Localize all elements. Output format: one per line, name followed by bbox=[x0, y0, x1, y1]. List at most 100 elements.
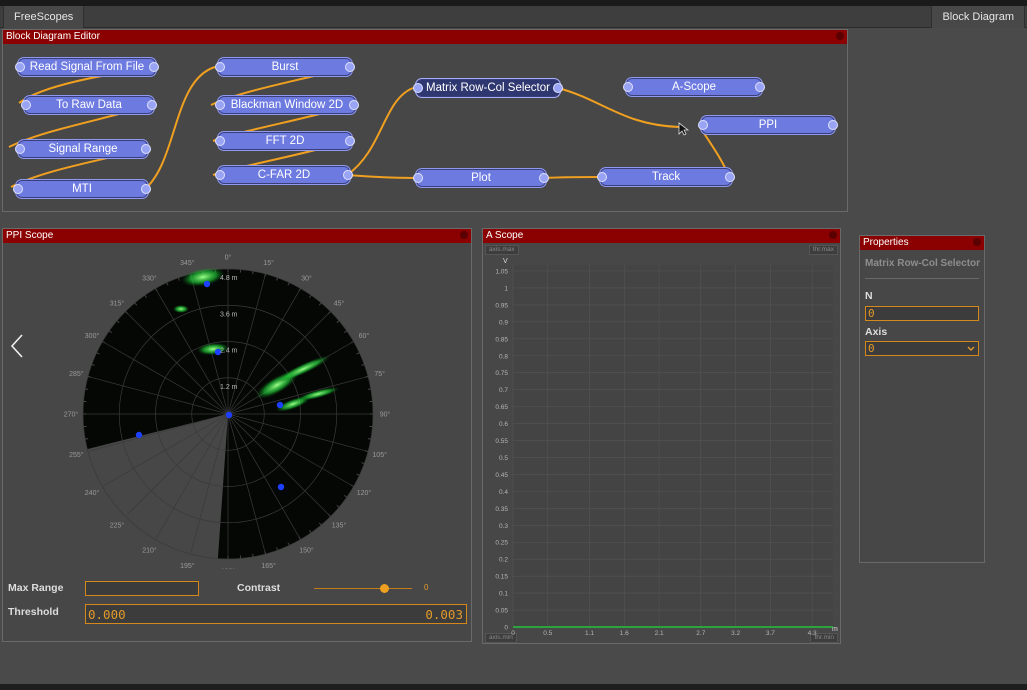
node-label: MTI bbox=[72, 183, 92, 195]
bearing-tick bbox=[252, 553, 254, 557]
input-port[interactable] bbox=[215, 170, 225, 180]
ppi-radar-display[interactable]: 4.8 m 3.6 m 2.4 m 1.2 m 0° 15° 30° 45° 60° 75° 90°… bbox=[63, 249, 393, 570]
bearing-tick bbox=[367, 438, 371, 440]
bearing-label: 345° bbox=[180, 259, 195, 267]
output-port[interactable] bbox=[539, 173, 549, 183]
node-burst[interactable]: Burst bbox=[215, 57, 355, 77]
contrast-slider[interactable] bbox=[314, 584, 412, 593]
properties-panel: Properties Matrix Row-Col Selector N 0 A… bbox=[859, 235, 985, 563]
contrast-slider-handle[interactable] bbox=[380, 584, 390, 593]
x-tick-label: 1.6 bbox=[620, 630, 629, 635]
max-range-label: Max Range bbox=[8, 582, 64, 594]
input-port[interactable] bbox=[215, 100, 225, 110]
output-port[interactable] bbox=[553, 83, 563, 93]
x-tick-label: 1.1 bbox=[585, 630, 594, 635]
range-label: 1.2 m bbox=[220, 384, 238, 391]
a-scope-plot[interactable]: 1.05 1 0.95 0.9 0.85 0.8 0.75 0.7 0.65 0.6 0.55 0.5… bbox=[483, 255, 842, 635]
bearing-tick bbox=[367, 388, 371, 390]
y-tick-label: 0.45 bbox=[495, 472, 508, 479]
input-port[interactable] bbox=[698, 120, 708, 130]
y-tick-label: 0 bbox=[504, 625, 508, 632]
node-label: Matrix Row-Col Selector bbox=[426, 82, 550, 94]
node-plot[interactable]: Plot bbox=[413, 168, 549, 188]
input-port[interactable] bbox=[597, 172, 607, 182]
node-matrix-row-col-selector[interactable]: Matrix Row-Col Selector bbox=[413, 78, 563, 98]
node-blackman-window-2d[interactable]: Blackman Window 2D bbox=[215, 95, 359, 115]
node-label: Signal Range bbox=[48, 143, 118, 155]
n-input[interactable]: 0 bbox=[865, 306, 979, 321]
bearing-label: 225° bbox=[110, 522, 125, 530]
wire bbox=[543, 176, 602, 179]
node-to-raw-data[interactable]: To Raw Data bbox=[21, 95, 157, 115]
freescopes-tab[interactable]: FreeScopes bbox=[3, 6, 85, 28]
output-port[interactable] bbox=[345, 136, 355, 146]
close-icon[interactable] bbox=[973, 238, 981, 246]
input-port[interactable] bbox=[413, 83, 423, 93]
y-tick-label: 0.3 bbox=[499, 523, 508, 530]
bearing-label: 0° bbox=[225, 254, 232, 262]
x-tick-label: 3.7 bbox=[766, 630, 775, 635]
previous-arrow-icon[interactable] bbox=[9, 333, 25, 359]
input-port[interactable] bbox=[15, 144, 25, 154]
top-bar: FreeScopes Block Diagram bbox=[0, 6, 1027, 28]
output-port[interactable] bbox=[345, 62, 355, 72]
node-signal-range[interactable]: Signal Range bbox=[15, 139, 151, 159]
input-port[interactable] bbox=[215, 136, 225, 146]
x-tick-label: 2.7 bbox=[696, 630, 705, 635]
y-tick-label: 0.75 bbox=[495, 370, 508, 377]
divider bbox=[865, 278, 979, 279]
bearing-label: 210° bbox=[142, 546, 157, 554]
close-icon[interactable] bbox=[829, 231, 837, 239]
axis-max-tag[interactable]: axis.max bbox=[485, 245, 519, 255]
y-tick-label: 0.95 bbox=[495, 302, 508, 309]
x-tick-label: 3.2 bbox=[731, 630, 740, 635]
block-diagram-tab[interactable]: Block Diagram bbox=[931, 6, 1025, 28]
bearing-label: 240° bbox=[85, 489, 100, 497]
node-label: Blackman Window 2D bbox=[230, 99, 344, 111]
y-tick-label: 0.15 bbox=[495, 574, 508, 581]
input-port[interactable] bbox=[215, 62, 225, 72]
thr-max-tag[interactable]: thr.max bbox=[808, 245, 838, 255]
wire bbox=[346, 174, 416, 179]
input-port[interactable] bbox=[13, 184, 23, 194]
threshold-input[interactable]: 0.000 0.003 bbox=[85, 604, 467, 624]
node-label: C-FAR 2D bbox=[257, 169, 311, 181]
bearing-label: 120° bbox=[357, 489, 372, 497]
y-tick-label: 0.7 bbox=[499, 387, 508, 394]
panel-title: PPI Scope bbox=[3, 229, 471, 243]
node-label: FFT 2D bbox=[265, 135, 305, 147]
output-port[interactable] bbox=[725, 172, 735, 182]
output-port[interactable] bbox=[343, 170, 353, 180]
bearing-label: 270° bbox=[64, 411, 79, 419]
bearing-label: 195° bbox=[180, 562, 195, 569]
node-ppi[interactable]: PPI bbox=[698, 115, 838, 135]
input-port[interactable] bbox=[15, 62, 25, 72]
output-port[interactable] bbox=[349, 100, 359, 110]
node-read-signal-from-file[interactable]: Read Signal From File bbox=[15, 57, 159, 77]
input-port[interactable] bbox=[623, 82, 633, 92]
range-label: 2.4 m bbox=[220, 348, 238, 355]
output-port[interactable] bbox=[828, 120, 838, 130]
output-port[interactable] bbox=[147, 100, 157, 110]
node-track[interactable]: Track bbox=[597, 167, 735, 187]
wire bbox=[144, 66, 216, 190]
output-port[interactable] bbox=[755, 82, 765, 92]
output-port[interactable] bbox=[149, 62, 159, 72]
axis-select[interactable]: 0 bbox=[865, 341, 979, 356]
max-range-input[interactable] bbox=[85, 581, 199, 596]
output-port[interactable] bbox=[141, 184, 151, 194]
node-fft-2d[interactable]: FFT 2D bbox=[215, 131, 355, 151]
node-label: A-Scope bbox=[671, 81, 717, 93]
output-port[interactable] bbox=[141, 144, 151, 154]
node-c-far-2d[interactable]: C-FAR 2D bbox=[215, 165, 353, 185]
bearing-label: 135° bbox=[332, 522, 347, 530]
y-tick-label: 0.9 bbox=[499, 319, 508, 326]
node-mti[interactable]: MTI bbox=[13, 179, 151, 199]
input-port[interactable] bbox=[413, 173, 423, 183]
track-target bbox=[135, 431, 143, 439]
bearing-tick bbox=[202, 553, 204, 557]
node-a-scope[interactable]: A-Scope bbox=[623, 77, 765, 97]
close-icon[interactable] bbox=[460, 231, 468, 239]
input-port[interactable] bbox=[21, 100, 31, 110]
bottom-bar bbox=[0, 684, 1027, 690]
